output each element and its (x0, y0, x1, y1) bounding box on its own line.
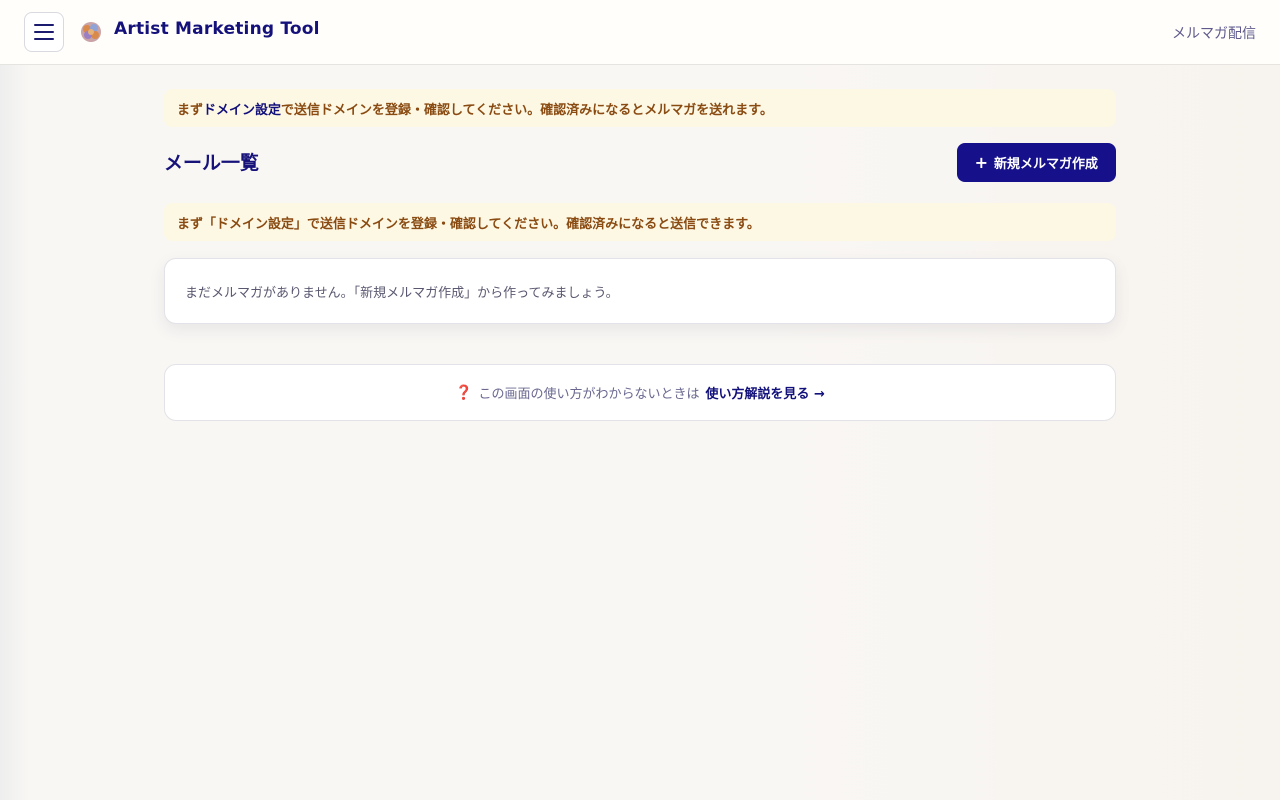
app-title: Artist Marketing Tool (114, 19, 320, 39)
domain-settings-link[interactable]: ドメイン設定 (203, 99, 281, 118)
app-header: Artist Marketing Tool メルマガ配信 (0, 0, 1280, 65)
new-newsletter-label: 新規メルマガ作成 (993, 157, 1098, 172)
help-card: ❓ この画面の使い方がわからないときは 使い方解説を見る → (164, 364, 1116, 421)
plus-icon: + (974, 152, 988, 172)
hamburger-menu-button[interactable] (24, 12, 64, 52)
help-guide-link[interactable]: 使い方解説を見る → (706, 383, 825, 402)
menu-line (34, 24, 54, 26)
notice-prefix: まず (177, 102, 204, 118)
menu-line (34, 38, 54, 40)
send-domain-notice-text: まず「ドメイン設定」で送信ドメインを登録・確認してください。確認済みになると送信… (177, 216, 760, 232)
new-newsletter-button[interactable]: + 新規メルマガ作成 (956, 143, 1116, 182)
brain-logo-icon (81, 22, 101, 42)
main-content: まず ドメイン設定 で送信ドメインを登録・確認してください。確認済みになるとメル… (164, 89, 1116, 421)
newsletter-nav-link[interactable]: メルマガ配信 (1172, 23, 1256, 43)
title-row: メール一覧 + 新規メルマガ作成 (164, 143, 1116, 183)
empty-state-card: まだメルマガがありません。「新規メルマガ作成」から作ってみましょう。 (164, 258, 1116, 324)
send-domain-notice: まず「ドメイン設定」で送信ドメインを登録・確認してください。確認済みになると送信… (164, 203, 1116, 241)
question-icon: ❓ (455, 384, 473, 401)
page-title: メール一覧 (164, 152, 260, 174)
menu-line (34, 31, 54, 33)
domain-notice-banner: まず ドメイン設定 で送信ドメインを登録・確認してください。確認済みになるとメル… (164, 89, 1116, 127)
notice-suffix: で送信ドメインを登録・確認してください。確認済みになるとメルマガを送れます。 (281, 102, 773, 118)
empty-state-text: まだメルマガがありません。「新規メルマガ作成」から作ってみましょう。 (185, 285, 619, 301)
help-text: この画面の使い方がわからないときは (478, 387, 700, 402)
